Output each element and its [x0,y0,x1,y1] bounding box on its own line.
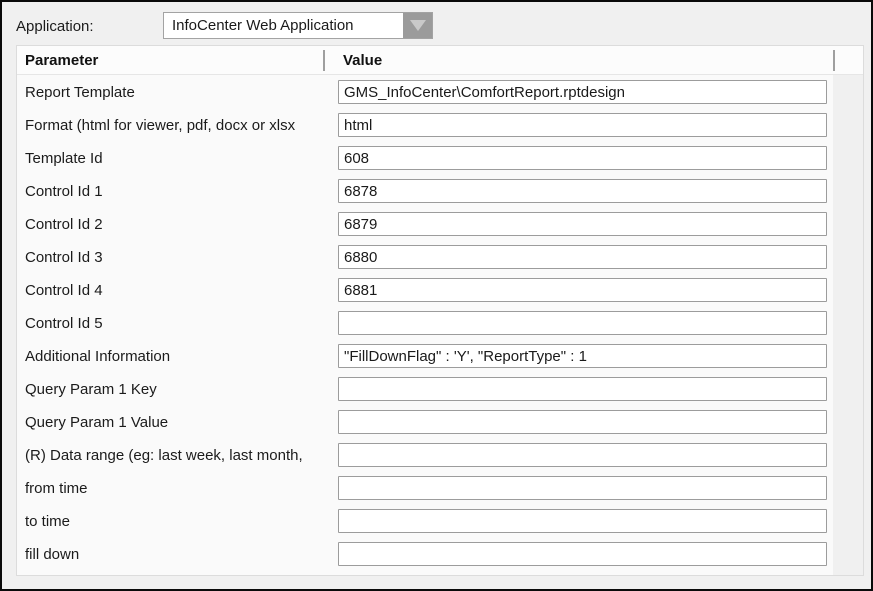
parameter-label: to time [25,505,70,538]
column-header-parameter: Parameter [25,46,98,75]
value-input[interactable] [338,344,827,368]
parameter-label: Query Param 1 Value [25,406,168,439]
value-input[interactable] [338,509,827,533]
parameter-label: Control Id 3 [25,241,103,274]
parameter-label: (R) Data range (eg: last week, last mont… [25,439,303,472]
parameter-label: from time [25,472,88,505]
table-row: (R) Data range (eg: last week, last mont… [17,439,863,472]
table-row: Control Id 5 [17,307,863,340]
table-row: Additional Information [17,340,863,373]
value-input[interactable] [338,179,827,203]
table-row: Control Id 2 [17,208,863,241]
parameter-label: Query Param 1 Key [25,373,157,406]
parameter-table: Parameter Value Report TemplateFormat (h… [16,45,864,576]
table-row: Format (html for viewer, pdf, docx or xl… [17,109,863,142]
application-selector-bar: Application: InfoCenter Web Application [16,13,94,40]
caret-down-icon [410,20,426,31]
application-dropdown-button[interactable] [403,13,432,38]
table-row: Query Param 1 Key [17,373,863,406]
column-divider [323,50,325,71]
table-row: Control Id 4 [17,274,863,307]
table-row: Template Id [17,142,863,175]
table-row: Control Id 3 [17,241,863,274]
parameters-window: Application: InfoCenter Web Application … [0,0,873,591]
parameter-label: Additional Information [25,340,170,373]
table-row: to time [17,505,863,538]
value-input[interactable] [338,311,827,335]
application-dropdown-selected-value: InfoCenter Web Application [164,17,403,34]
value-input[interactable] [338,278,827,302]
value-input[interactable] [338,410,827,434]
parameter-label: Format (html for viewer, pdf, docx or xl… [25,109,295,142]
table-row: Query Param 1 Value [17,406,863,439]
value-input[interactable] [338,542,827,566]
table-row: from time [17,472,863,505]
parameter-label: Template Id [25,142,103,175]
parameter-label: fill down [25,538,79,571]
table-row: Report Template [17,76,863,109]
value-input[interactable] [338,443,827,467]
value-input[interactable] [338,80,827,104]
column-divider [833,50,835,71]
parameter-label: Control Id 5 [25,307,103,340]
value-input[interactable] [338,113,827,137]
parameter-label: Control Id 1 [25,175,103,208]
value-input[interactable] [338,476,827,500]
application-dropdown[interactable]: InfoCenter Web Application [163,12,433,39]
parameter-label: Control Id 2 [25,208,103,241]
value-input[interactable] [338,146,827,170]
parameter-label: Report Template [25,76,135,109]
value-input[interactable] [338,377,827,401]
table-row: fill down [17,538,863,571]
value-input[interactable] [338,212,827,236]
table-header: Parameter Value [17,46,863,75]
table-body: Report TemplateFormat (html for viewer, … [17,76,863,577]
column-header-value: Value [343,46,382,75]
table-row: Control Id 1 [17,175,863,208]
parameter-label: Control Id 4 [25,274,103,307]
application-label: Application: [16,18,94,35]
value-input[interactable] [338,245,827,269]
